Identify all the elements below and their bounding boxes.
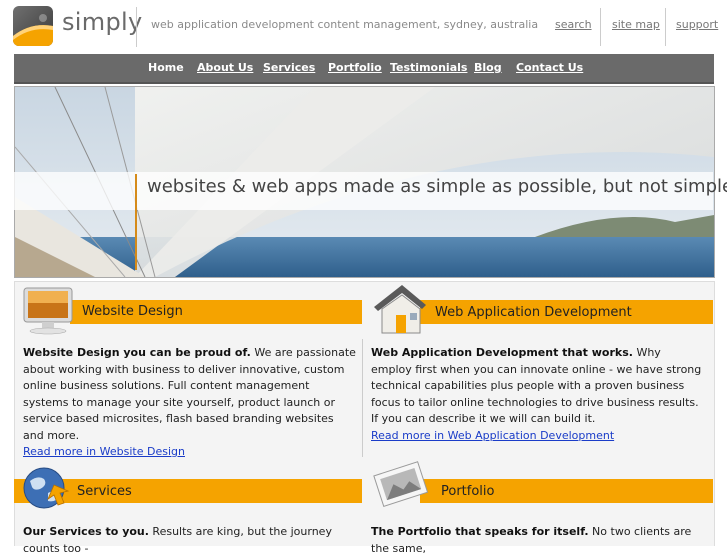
- globe-icon: [20, 463, 72, 517]
- monitor-icon: [22, 286, 76, 342]
- utility-divider: [665, 8, 666, 46]
- website-design-lead: Website Design you can be proud of.: [23, 346, 251, 359]
- main-navigation: Home About Us Services Portfolio Testimo…: [14, 54, 714, 84]
- search-link[interactable]: search: [555, 18, 592, 31]
- nav-portfolio[interactable]: Portfolio: [328, 61, 382, 74]
- portfolio-title: Portfolio: [441, 484, 495, 499]
- web-app-lead: Web Application Development that works.: [371, 346, 633, 359]
- nav-about-us[interactable]: About Us: [197, 61, 253, 74]
- services-text: Our Services to you. Results are king, b…: [23, 524, 357, 557]
- house-icon: [370, 281, 428, 343]
- hero-caption-text: websites & web apps made as simple as po…: [147, 176, 727, 197]
- read-more-website-design-link[interactable]: Read more in Website Design: [23, 444, 357, 461]
- services-title: Services: [77, 484, 132, 499]
- website-design-title: Website Design: [82, 304, 183, 319]
- logo-text[interactable]: simply: [62, 8, 142, 36]
- services-lead: Our Services to you.: [23, 525, 149, 538]
- utility-divider: [600, 8, 601, 46]
- site-tagline: web application development content mana…: [151, 18, 539, 31]
- nav-testimonials[interactable]: Testimonials: [390, 61, 467, 74]
- nav-blog[interactable]: Blog: [474, 61, 502, 74]
- web-app-text: Web Application Development that works. …: [371, 345, 705, 444]
- photo-frame-icon: [370, 460, 432, 514]
- logo-divider: [136, 7, 137, 47]
- site-map-link[interactable]: site map: [612, 18, 660, 31]
- read-more-web-app-link[interactable]: Read more in Web Application Development: [371, 428, 705, 445]
- website-design-text: Website Design you can be proud of. We a…: [23, 345, 357, 461]
- website-design-body: We are passionate about working with bus…: [23, 346, 356, 442]
- column-divider: [362, 339, 363, 457]
- portfolio-text: The Portfolio that speaks for itself. No…: [371, 524, 705, 557]
- support-link[interactable]: support: [676, 18, 718, 31]
- nav-services[interactable]: Services: [263, 61, 315, 74]
- nav-home[interactable]: Home: [148, 61, 184, 74]
- hero-accent-line: [135, 174, 137, 270]
- nav-contact-us[interactable]: Contact Us: [516, 61, 583, 74]
- portfolio-lead: The Portfolio that speaks for itself.: [371, 525, 589, 538]
- web-app-title: Web Application Development: [435, 305, 632, 320]
- simply-logo-icon[interactable]: [13, 6, 53, 46]
